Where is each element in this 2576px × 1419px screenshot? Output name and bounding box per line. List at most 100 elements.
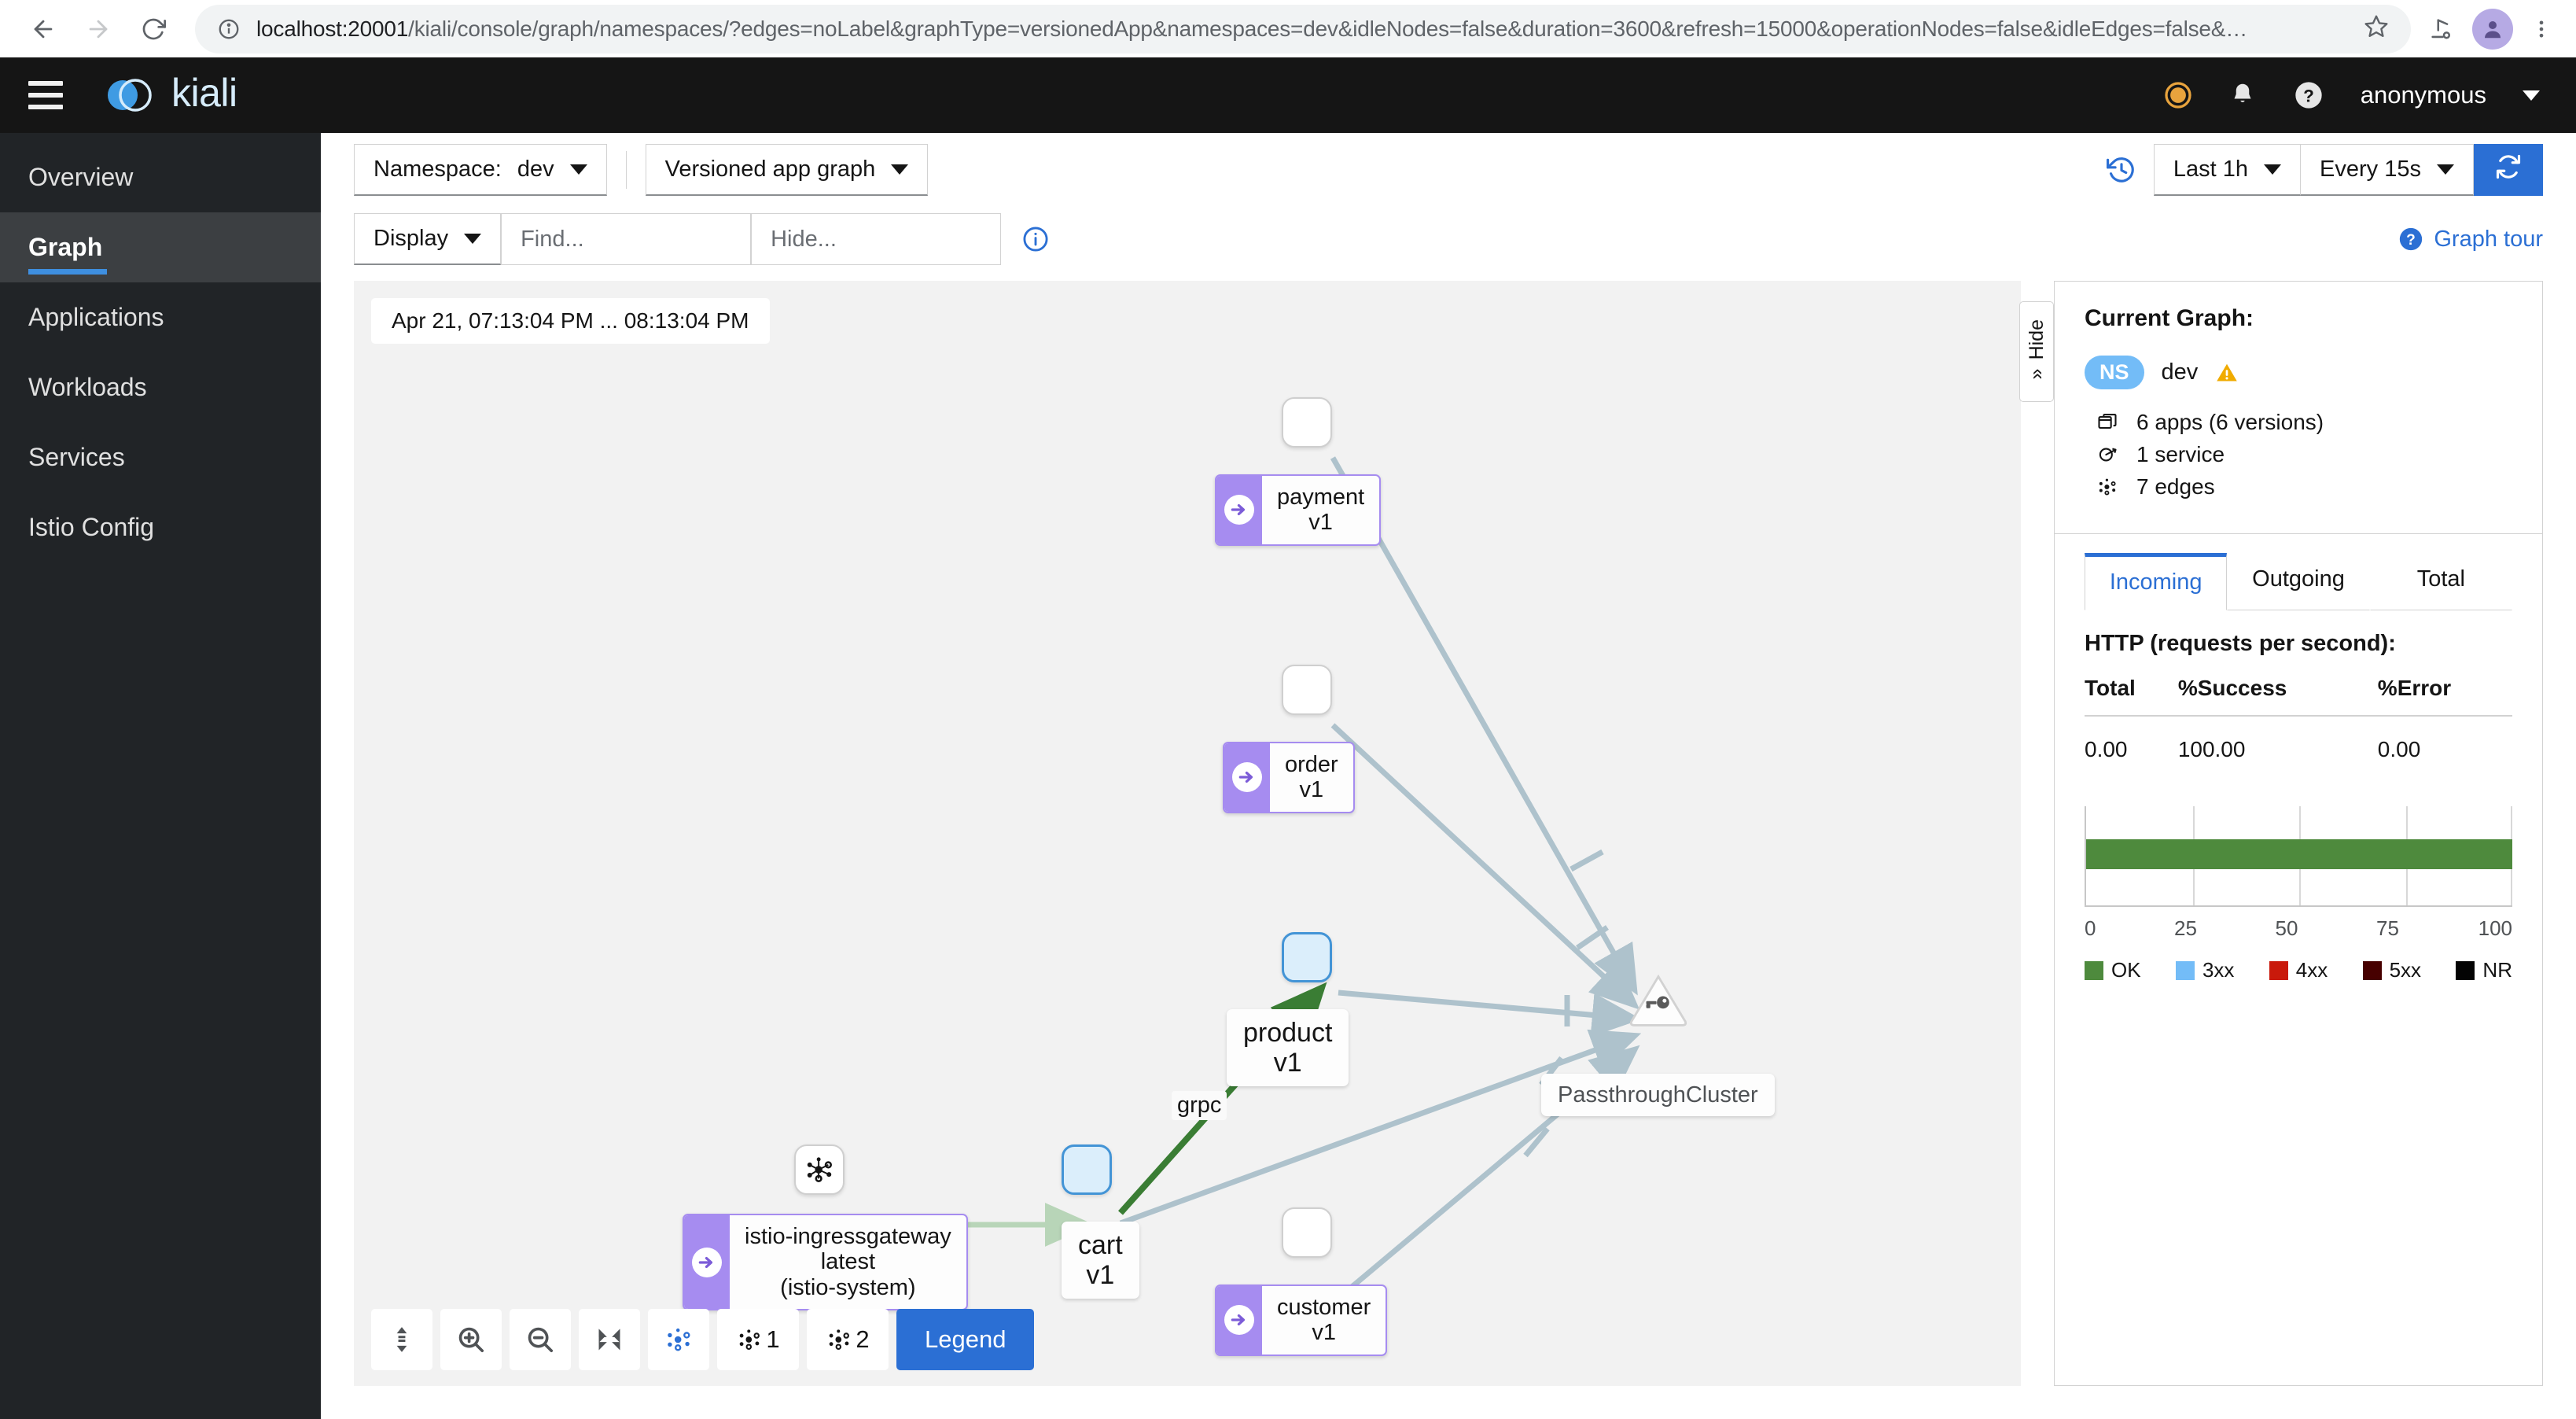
hamburger-icon[interactable] [28, 81, 63, 109]
node-version: v1 [1312, 1320, 1336, 1346]
warning-triangle-icon[interactable] [2215, 361, 2239, 385]
info-circle-icon[interactable] [1021, 225, 1050, 253]
legend-button[interactable]: Legend [896, 1309, 1035, 1370]
chevron-down-icon [2264, 164, 2282, 175]
sidebar-item-services[interactable]: Services [0, 422, 321, 492]
chart-plot-area [2085, 806, 2512, 907]
graph-tour-button[interactable]: ? Graph tour [2398, 226, 2543, 252]
legend-item-5xx[interactable]: 5xx [2362, 958, 2421, 982]
topology-2-icon[interactable]: 2 [807, 1309, 889, 1370]
ns-name: dev [2161, 359, 2199, 385]
fit-screen-icon[interactable] [579, 1309, 640, 1370]
node-label-text: payment v1 [1262, 476, 1379, 544]
legend-item-ok[interactable]: OK [2085, 958, 2141, 982]
node-shape-ingressgateway[interactable] [794, 1144, 845, 1195]
node-shape-payment[interactable] [1282, 397, 1332, 448]
node-label-ingressgateway[interactable]: istio-ingressgateway latest (istio-syste… [683, 1214, 968, 1311]
sidebar-item-applications[interactable]: Applications [0, 282, 321, 352]
kebab-menu-icon[interactable] [2530, 18, 2552, 40]
time-range-selector[interactable]: Last 1h [2153, 144, 2301, 196]
help-question-icon[interactable]: ? [2293, 79, 2324, 111]
display-menu-button[interactable]: Display [354, 213, 502, 265]
refresh-icon [2494, 153, 2523, 187]
hide-panel-button[interactable]: Hide » [2019, 301, 2054, 402]
sidebar-item-graph[interactable]: Graph [0, 212, 321, 282]
bell-icon[interactable] [2228, 81, 2257, 109]
zoom-out-icon[interactable] [510, 1309, 571, 1370]
node-label-product[interactable]: product v1 [1227, 1009, 1349, 1087]
chevron-down-icon[interactable] [2523, 90, 2540, 101]
legend-swatch [2269, 960, 2288, 980]
current-graph-section: Current Graph: NS dev 6 apps (6 versions… [2055, 282, 2542, 533]
node-label-cart[interactable]: cart v1 [1062, 1222, 1139, 1299]
profile-avatar-icon[interactable] [2472, 8, 2513, 50]
user-name[interactable]: anonymous [2361, 81, 2486, 109]
toolbar-divider [625, 151, 627, 189]
node-shape-cart[interactable] [1062, 1144, 1112, 1195]
col-success: %Success [2177, 676, 2378, 717]
legend-swatch [2085, 960, 2103, 980]
chevron-down-icon [464, 234, 482, 244]
node-shape-product[interactable] [1282, 932, 1332, 982]
address-bar[interactable]: localhost:20001/kiali/console/graph/name… [195, 4, 2411, 53]
node-label-passthroughcluster[interactable]: PassthroughCluster [1541, 1074, 1775, 1117]
refresh-interval-selector[interactable]: Every 15s [2300, 144, 2474, 196]
node-version: v1 [1273, 1048, 1302, 1078]
topology-icon[interactable] [648, 1309, 709, 1370]
zoom-in-icon[interactable] [440, 1309, 502, 1370]
node-version: v1 [1086, 1260, 1115, 1291]
node-label-payment[interactable]: payment v1 [1215, 474, 1382, 546]
sidebar-item-workloads[interactable]: Workloads [0, 352, 321, 422]
bar-ok[interactable] [2086, 839, 2512, 869]
url-path: /kiali/console/graph/namespaces/?edges=n… [408, 16, 2248, 41]
sidebar-item-overview[interactable]: Overview [0, 142, 321, 212]
kiali-logo[interactable]: kiali [101, 70, 237, 120]
node-shape-passthroughcluster[interactable] [1628, 973, 1689, 1028]
reload-icon[interactable] [129, 5, 178, 53]
legend-item-nr[interactable]: NR [2456, 958, 2512, 982]
node-app-name: PassthroughCluster [1558, 1082, 1758, 1108]
sidebar-item-label: Services [28, 443, 125, 471]
node-app-name: payment [1277, 485, 1365, 510]
tab-total[interactable]: Total [2369, 553, 2512, 610]
chart-legend: OK 3xx 4xx 5xx NR [2085, 958, 2512, 982]
graph-canvas[interactable]: Apr 21, 07:13:04 PM ... 08:13:04 PM paym… [354, 281, 2021, 1386]
app-masthead: kiali ? anonymous [0, 57, 2576, 133]
metric-title: HTTP (requests per second): [2085, 631, 2396, 656]
status-circle-icon[interactable] [2164, 81, 2192, 109]
back-arrow-icon[interactable] [19, 5, 68, 53]
node-label-order[interactable]: order v1 [1223, 742, 1355, 813]
arrow-right-circle-icon [692, 1247, 722, 1277]
tab-outgoing[interactable]: Outgoing [2227, 553, 2370, 610]
edge-order-passthrough[interactable] [1330, 723, 1640, 1010]
bookmark-star-icon[interactable] [2364, 13, 2389, 45]
node-label-customer[interactable]: customer v1 [1215, 1284, 1388, 1356]
hide-input[interactable]: Hide... [751, 213, 1002, 265]
node-version: v1 [1308, 510, 1333, 536]
page-info-icon[interactable] [217, 17, 241, 41]
url-text: localhost:20001/kiali/console/graph/name… [256, 17, 2348, 42]
replay-history-icon[interactable] [2106, 155, 2136, 185]
pan-drag-icon[interactable] [371, 1309, 432, 1370]
extensions-icon[interactable] [2428, 16, 2455, 42]
legend-item-3xx[interactable]: 3xx [2175, 958, 2234, 982]
graph-page: Namespace: dev Versioned app graph Last … [321, 133, 2576, 1419]
time-controls: Last 1h Every 15s [2106, 144, 2543, 196]
tab-incoming[interactable]: Incoming [2085, 553, 2228, 610]
stat-edges: 7 edges [2094, 474, 2512, 499]
refresh-button[interactable] [2474, 144, 2543, 196]
col-total: Total [2085, 676, 2178, 717]
forward-arrow-icon[interactable] [74, 5, 123, 53]
graph-type-selector[interactable]: Versioned app graph [645, 144, 929, 196]
node-app-name: customer [1277, 1295, 1371, 1320]
topology-1-icon[interactable]: 1 [717, 1309, 799, 1370]
node-shape-customer[interactable] [1282, 1207, 1332, 1258]
legend-item-4xx[interactable]: 4xx [2269, 958, 2328, 982]
edge-product-passthrough[interactable] [1338, 990, 1642, 1038]
sidebar-item-istio-config[interactable]: Istio Config [0, 492, 321, 562]
find-input[interactable]: Find... [501, 213, 752, 265]
namespace-selector[interactable]: Namespace: dev [354, 144, 607, 196]
arrow-right-circle-icon [1224, 1305, 1254, 1336]
node-shape-order[interactable] [1282, 665, 1332, 715]
refresh-interval-value: Every 15s [2320, 157, 2421, 182]
